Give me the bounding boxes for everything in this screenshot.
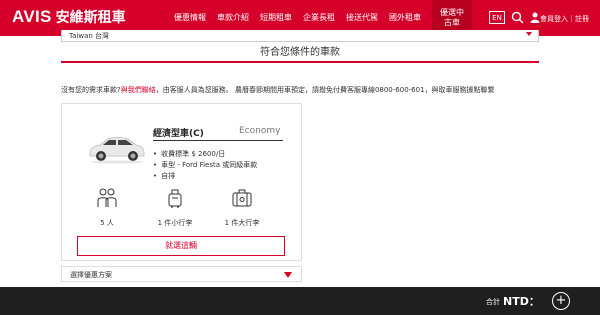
contact-us-link[interactable]: 與我們聯絡 — [121, 86, 156, 94]
total-currency: NTD： — [503, 295, 540, 308]
feature-model: 車型 - Ford Fiesta 或同級車款 — [153, 160, 257, 171]
search-icon[interactable] — [511, 11, 524, 24]
car-class-label: Economy — [239, 126, 281, 136]
car-card: 經濟型車(C) Economy 收費標準 $ 2600/日 車型 - Ford … — [61, 103, 302, 261]
small-luggage-label: 1 件小行李 — [157, 219, 193, 227]
country-value: Taiwan 台灣 — [69, 32, 110, 40]
country-select[interactable]: Taiwan 台灣 — [61, 30, 539, 42]
chevron-down-icon — [526, 32, 532, 36]
user-icon[interactable] — [530, 12, 540, 23]
car-category-title: 經濟型車(C) — [153, 129, 204, 139]
large-luggage-label: 1 件大行李 — [224, 219, 260, 227]
section-title: 符合您條件的車款 — [61, 43, 539, 63]
avis-logo[interactable]: AVIS 安維斯租車 — [12, 7, 126, 27]
large-luggage-icon — [232, 189, 252, 207]
title-divider — [153, 140, 283, 141]
brand-name-cn: 安維斯租車 — [55, 10, 126, 26]
amenity-passengers: 5 人 — [77, 188, 137, 228]
notice-text-after: ，由客服人員為您服務。 農曆春節期間用車預定，請撥免付費客服專線0800-600… — [155, 86, 495, 94]
feature-price: 收費標準 $ 2600/日 — [153, 149, 257, 160]
language-toggle[interactable]: EN — [489, 11, 505, 24]
amenity-small-luggage: 1 件小行李 — [145, 188, 205, 228]
brand-name: AVIS — [12, 7, 52, 26]
feature-transmission: 自排 — [153, 171, 257, 182]
promo-plan-select[interactable]: 選擇優惠方案 — [61, 266, 302, 282]
small-luggage-icon — [168, 189, 182, 208]
login-register-link[interactable]: 會員登入｜註冊 — [540, 14, 589, 24]
passengers-icon — [97, 188, 117, 207]
passengers-label: 5 人 — [100, 219, 114, 227]
total-label: 合計 — [486, 298, 500, 306]
car-features: 收費標準 $ 2600/日 車型 - Ford Fiesta 或同級車款 自排 — [153, 149, 257, 182]
chevron-down-icon — [284, 272, 292, 278]
select-car-button[interactable]: 就選這輛 — [77, 236, 285, 256]
contact-notice: 沒有您的需求車款?與我們聯絡，由客服人員為您服務。 農曆春節期間用車預定，請撥免… — [61, 85, 495, 95]
expand-total-button[interactable]: + — [552, 292, 570, 310]
car-image — [89, 137, 145, 164]
total-bar: 合計 NTD： + — [0, 287, 600, 315]
promo-plan-label: 選擇優惠方案 — [70, 271, 112, 279]
amenity-large-luggage: 1 件大行李 — [212, 188, 272, 228]
notice-text-before: 沒有您的需求車款? — [61, 86, 121, 94]
